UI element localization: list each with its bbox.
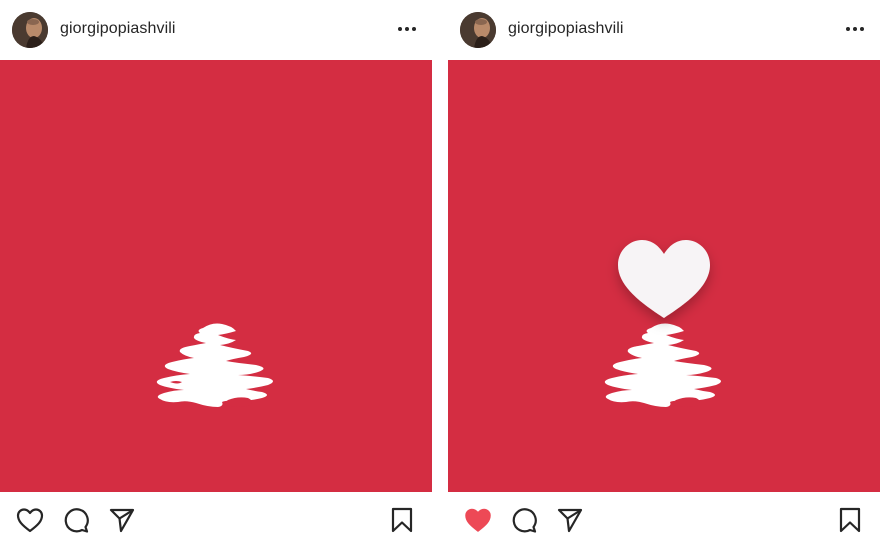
post-header: giorgipopiashvili (448, 0, 880, 60)
more-options-button[interactable] (842, 18, 868, 40)
comment-icon (64, 508, 89, 533)
post-card: giorgipopiashvili (0, 0, 432, 542)
comment-icon (512, 508, 537, 533)
like-button[interactable] (464, 506, 492, 534)
bookmark-icon (391, 507, 413, 533)
action-bar (448, 492, 880, 542)
more-dots-icon (398, 27, 416, 31)
share-button[interactable] (556, 506, 584, 534)
heart-filled-icon (465, 508, 491, 532)
save-button[interactable] (836, 506, 864, 534)
post-image[interactable] (448, 60, 880, 492)
comment-button[interactable] (62, 506, 90, 534)
username[interactable]: giorgipopiashvili (508, 20, 624, 38)
username[interactable]: giorgipopiashvili (60, 20, 176, 38)
heart-outline-icon (16, 508, 44, 533)
puddle-illustration (156, 323, 273, 407)
avatar[interactable] (12, 12, 48, 48)
post-card: giorgipopiashvili (448, 0, 880, 542)
like-button[interactable] (16, 506, 44, 534)
more-dots-icon (846, 27, 864, 31)
share-button[interactable] (108, 506, 136, 534)
post-image[interactable] (0, 60, 432, 492)
save-button[interactable] (388, 506, 416, 534)
floating-heart-shape (618, 240, 710, 318)
puddle-shape (604, 323, 721, 407)
avatar[interactable] (460, 12, 496, 48)
comment-button[interactable] (510, 506, 538, 534)
paper-plane-icon (557, 508, 583, 533)
bookmark-icon (839, 507, 861, 533)
more-options-button[interactable] (394, 18, 420, 40)
action-bar (0, 492, 432, 542)
heart-puddle-illustration (604, 240, 721, 407)
puddle-shape (156, 323, 273, 407)
post-header: giorgipopiashvili (0, 0, 432, 60)
paper-plane-icon (109, 508, 135, 533)
